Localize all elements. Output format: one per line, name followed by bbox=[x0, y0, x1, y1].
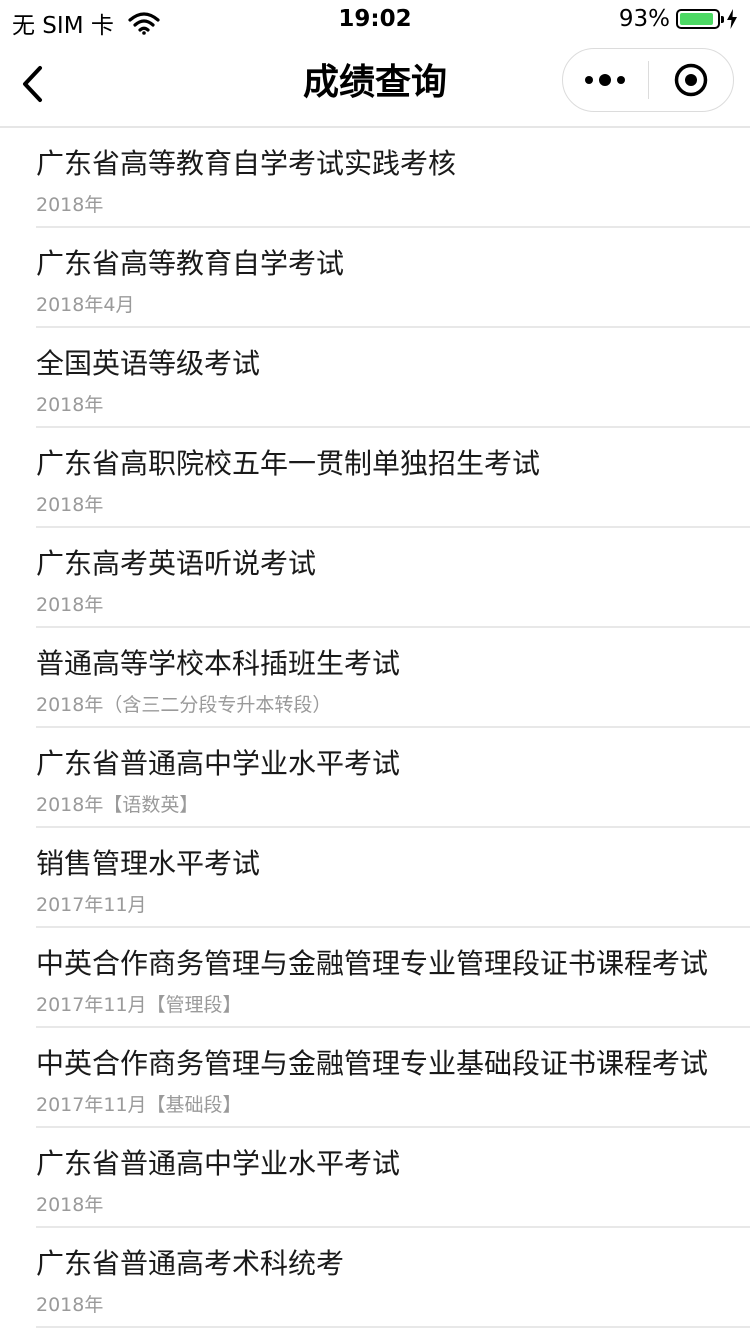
exam-title: 普通高等学校本科插班生考试 bbox=[36, 647, 401, 680]
exam-title: 广东省普通高考术科统考 bbox=[36, 1247, 345, 1280]
more-dots-icon bbox=[585, 74, 626, 86]
exam-title: 销售管理水平考试 bbox=[36, 847, 261, 880]
exam-date: 2018年 bbox=[36, 1294, 104, 1316]
battery-cap bbox=[721, 16, 724, 23]
exam-title: 广东省普通高中学业水平考试 bbox=[36, 747, 401, 780]
exam-title: 广东省普通高中学业水平考试 bbox=[36, 1147, 401, 1180]
exam-list-item[interactable]: 普通高等学校本科插班生考试 2018年（含三二分段专升本转段） bbox=[36, 628, 750, 728]
exam-list-item[interactable]: 广东省普通高中学业水平考试 2018年【语数英】 bbox=[36, 728, 750, 828]
exam-date: 2018年 bbox=[36, 594, 104, 616]
status-bar: 无 SIM 卡 19:02 93% bbox=[0, 0, 750, 40]
exam-list-item[interactable]: 广东省普通高中学业水平考试 2018年 bbox=[36, 1128, 750, 1228]
capsule-menu bbox=[562, 48, 734, 112]
back-button[interactable] bbox=[16, 62, 56, 106]
charging-icon bbox=[727, 9, 737, 29]
exam-date: 2017年11月【管理段】 bbox=[36, 994, 242, 1016]
exam-date: 2018年 bbox=[36, 494, 104, 516]
exam-title: 中英合作商务管理与金融管理专业管理段证书课程考试 bbox=[36, 947, 709, 980]
exam-list-item[interactable]: 销售管理水平考试 2017年11月 bbox=[36, 828, 750, 928]
exam-title: 广东省高职院校五年一贯制单独招生考试 bbox=[36, 447, 541, 480]
dot bbox=[617, 76, 626, 84]
exam-list-item[interactable]: 中英合作商务管理与金融管理专业基础段证书课程考试 2017年11月【基础段】 bbox=[36, 1028, 750, 1128]
exam-list-item[interactable]: 广东省高职院校五年一贯制单独招生考试 2018年 bbox=[36, 428, 750, 528]
battery-level-fill bbox=[680, 13, 713, 25]
exam-date: 2017年11月【基础段】 bbox=[36, 1094, 242, 1116]
exam-date: 2018年4月 bbox=[36, 294, 135, 316]
status-right: 93% bbox=[619, 6, 738, 32]
target-circle-icon bbox=[674, 63, 707, 97]
close-miniprogram-button[interactable] bbox=[649, 49, 734, 111]
battery-icon bbox=[676, 9, 724, 29]
nav-bar: 成绩查询 bbox=[0, 40, 750, 128]
battery-percent: 93% bbox=[618, 6, 670, 32]
exam-list-item[interactable]: 广东省高等教育自学考试 2018年4月 bbox=[36, 228, 750, 328]
exam-date: 2018年 bbox=[36, 1194, 104, 1216]
exam-list: 广东省高等教育自学考试实践考核 2018年 广东省高等教育自学考试 2018年4… bbox=[0, 128, 750, 1328]
exam-title: 全国英语等级考试 bbox=[36, 347, 261, 380]
exam-list-item[interactable]: 中英合作商务管理与金融管理专业管理段证书课程考试 2017年11月【管理段】 bbox=[36, 928, 750, 1028]
exam-title: 广东高考英语听说考试 bbox=[36, 547, 317, 580]
exam-list-item[interactable]: 广东省普通高考术科统考 2018年 bbox=[36, 1228, 750, 1328]
exam-list-item[interactable]: 广东高考英语听说考试 2018年 bbox=[36, 528, 750, 628]
exam-date: 2018年 bbox=[36, 194, 104, 216]
exam-title: 广东省高等教育自学考试实践考核 bbox=[36, 147, 457, 180]
dot bbox=[599, 74, 612, 86]
exam-date: 2018年 bbox=[36, 394, 104, 416]
exam-list-item[interactable]: 全国英语等级考试 2018年 bbox=[36, 328, 750, 428]
chevron-left-icon bbox=[23, 66, 42, 102]
more-button[interactable] bbox=[563, 49, 648, 111]
exam-list-item[interactable]: 广东省高等教育自学考试实践考核 2018年 bbox=[36, 128, 750, 228]
exam-date: 2018年（含三二分段专升本转段） bbox=[36, 694, 332, 716]
exam-date: 2018年【语数英】 bbox=[36, 794, 199, 816]
exam-title: 广东省高等教育自学考试 bbox=[36, 247, 345, 280]
exam-date: 2017年11月 bbox=[36, 894, 147, 916]
exam-title: 中英合作商务管理与金融管理专业基础段证书课程考试 bbox=[36, 1047, 709, 1080]
dot bbox=[585, 76, 594, 84]
